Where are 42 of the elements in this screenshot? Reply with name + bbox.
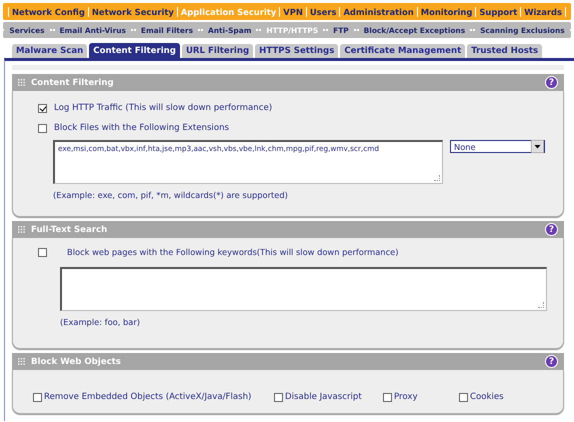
- main-menu-item[interactable]: VPN: [283, 6, 303, 16]
- help-icon[interactable]: ?: [545, 76, 558, 89]
- checkbox[interactable]: [38, 248, 47, 256]
- grip-icon: [18, 79, 25, 86]
- checkbox-label: Proxy: [394, 392, 418, 402]
- grip-icon: [18, 358, 25, 365]
- tab[interactable]: HTTPS Settings: [255, 44, 338, 58]
- checkbox[interactable]: [383, 392, 392, 402]
- main-menu-item[interactable]: Monitoring: [420, 6, 472, 16]
- dropdown-arrow-icon: [531, 140, 544, 153]
- section-title: Content Filtering: [31, 78, 115, 88]
- hint-text: (Example: foo, bar): [60, 317, 142, 327]
- tab[interactable]: Certificate Management: [340, 44, 466, 58]
- checkbox[interactable]: [459, 392, 468, 402]
- checkbox[interactable]: [38, 104, 47, 112]
- grip-icon: [18, 226, 25, 233]
- checkbox[interactable]: [274, 392, 283, 402]
- checkbox-label: Block Files with the Following Extensions: [54, 123, 230, 133]
- tab[interactable]: Content Filtering: [89, 43, 180, 58]
- section-title: Full-Text Search: [31, 224, 108, 234]
- main-menu-item[interactable]: Wizards: [524, 6, 562, 16]
- checkbox[interactable]: [33, 392, 42, 402]
- tab[interactable]: Malware Scan: [12, 44, 88, 58]
- tab[interactable]: URL Filtering: [182, 44, 254, 58]
- help-icon[interactable]: ?: [545, 223, 558, 236]
- tab[interactable]: Trusted Hosts: [467, 44, 542, 58]
- main-menu-item[interactable]: Users: [310, 6, 336, 16]
- checkbox[interactable]: [38, 124, 47, 132]
- checkbox-label: Cookies: [470, 392, 504, 402]
- checkbox-label: Disable Javascript: [285, 392, 362, 402]
- keywords-text-area[interactable]: [60, 267, 547, 311]
- checkbox-label: Block web pages with the Following keywords(This will slow down performance): [67, 247, 398, 257]
- main-menu-item[interactable]: Administration: [343, 6, 414, 16]
- main-menu-item[interactable]: Network Config: [12, 6, 85, 16]
- checkbox-label: Log HTTP Traffic (This will slow down performance): [54, 103, 272, 113]
- hint-text: (Example: exe, com, pif, *m, wildcards(*) are supported): [53, 190, 289, 200]
- section-title: Block Web Objects: [31, 356, 122, 366]
- checkbox-label: Remove Embedded Objects (ActiveX/Java/Flash): [44, 392, 252, 402]
- help-icon[interactable]: ?: [545, 355, 558, 368]
- preset-dropdown[interactable]: None: [450, 140, 545, 153]
- main-menu-item[interactable]: Support: [479, 6, 518, 16]
- main-menu-item[interactable]: Network Security: [92, 6, 174, 16]
